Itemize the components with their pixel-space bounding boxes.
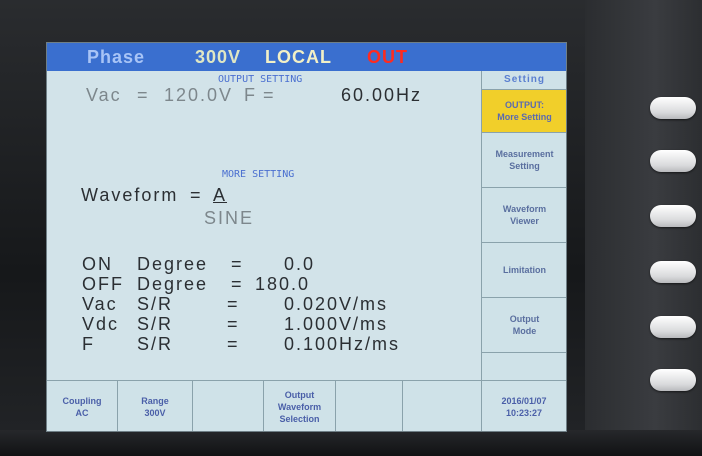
empty-function-button[interactable]	[403, 381, 482, 431]
menu-label-line1: Output	[509, 314, 540, 324]
phase-indicator: Phase	[87, 47, 146, 67]
range-button[interactable]: Range 300V	[118, 381, 193, 431]
more-setting-title: MORE SETTING	[222, 169, 295, 180]
voltage-range-indicator: 300V	[195, 47, 242, 67]
menu-empty[interactable]	[482, 353, 566, 380]
row-label-b: S/R	[137, 314, 174, 334]
coupling-label: Coupling	[62, 395, 102, 406]
row-label-b: Degree	[137, 274, 209, 294]
bezel-bottom	[0, 430, 702, 456]
vac-label: Vac	[86, 85, 122, 105]
equals-sign: =	[231, 274, 244, 294]
softkey-3[interactable]	[650, 205, 696, 227]
menu-label-line1: Measurement	[495, 149, 554, 159]
menu-label-line1: Waveform	[502, 204, 547, 214]
softkey-2[interactable]	[650, 150, 696, 172]
menu-output-more-setting[interactable]: OUTPUT: More Setting	[482, 90, 566, 133]
waveform-value[interactable]: A	[213, 185, 227, 206]
datetime-display: 2016/01/07 10:23:27	[482, 381, 566, 431]
waveform-label: Waveform	[81, 185, 179, 205]
vac-slew-rate-value[interactable]: 0.020V/ms	[284, 294, 388, 315]
side-menu-header: Setting	[482, 71, 566, 90]
status-bar: Phase 300V LOCAL OUT	[47, 43, 566, 71]
softkey-4[interactable]	[650, 261, 696, 283]
lcd-screen: Phase 300V LOCAL OUT OUTPUT SETTING Vac …	[46, 42, 567, 432]
equals-sign: =	[137, 85, 150, 105]
row-label-a: Vac	[82, 294, 118, 314]
equals-sign: =	[190, 185, 203, 205]
menu-label-line1: Limitation	[503, 265, 546, 275]
menu-label-line2: Setting	[509, 161, 540, 171]
range-label: Range	[141, 395, 169, 406]
output-state-indicator: OUT	[367, 47, 408, 67]
menu-waveform-viewer[interactable]: Waveform Viewer	[482, 188, 566, 243]
equals-sign: =	[227, 294, 240, 314]
f-value[interactable]: 60.00Hz	[341, 85, 422, 106]
main-panel: OUTPUT SETTING Vac = 120.0V F = 60.00Hz …	[47, 71, 481, 380]
menu-limitation[interactable]: Limitation	[482, 243, 566, 298]
date-text: 2016/01/07	[501, 395, 547, 406]
output-waveform-selection-button[interactable]: Output Waveform Selection	[264, 381, 336, 431]
equals-sign: =	[227, 334, 240, 354]
bottom-function-bar: Coupling AC Range 300V Output Waveform Selec…	[47, 380, 566, 431]
empty-function-button[interactable]	[336, 381, 403, 431]
row-label-a: OFF	[82, 274, 124, 294]
waveform-name: SINE	[204, 208, 255, 228]
empty-function-button[interactable]	[193, 381, 264, 431]
row-label-a: Vdc	[82, 314, 120, 334]
coupling-value: AC	[75, 407, 89, 418]
f-label: F	[244, 85, 257, 105]
equals-sign: =	[263, 85, 276, 105]
local-indicator: LOCAL	[265, 47, 332, 67]
equals-sign: =	[227, 314, 240, 334]
side-menu: Setting OUTPUT: More Setting Measurement S…	[481, 71, 566, 380]
softkey-6[interactable]	[650, 369, 696, 391]
menu-label-line2: More Setting	[497, 112, 552, 122]
owf-line1: Output	[284, 389, 315, 400]
off-degree-value[interactable]: 180.0	[255, 274, 310, 295]
menu-measurement-setting[interactable]: Measurement Setting	[482, 133, 566, 188]
menu-output-mode[interactable]: Output Mode	[482, 298, 566, 353]
softkey-5[interactable]	[650, 316, 696, 338]
row-label-a: ON	[82, 254, 113, 274]
row-label-b: S/R	[137, 334, 174, 354]
row-label-a: F	[82, 334, 95, 354]
time-text: 10:23:27	[505, 407, 542, 418]
on-degree-value[interactable]: 0.0	[284, 254, 315, 275]
row-label-b: S/R	[137, 294, 174, 314]
row-label-b: Degree	[137, 254, 209, 274]
coupling-button[interactable]: Coupling AC	[47, 381, 118, 431]
menu-label-line2: Mode	[512, 326, 537, 336]
menu-label-line1: OUTPUT:	[504, 100, 544, 110]
owf-line2: Waveform	[277, 401, 322, 412]
menu-label-line2: Viewer	[510, 216, 539, 226]
vdc-slew-rate-value[interactable]: 1.000V/ms	[284, 314, 388, 335]
f-slew-rate-value[interactable]: 0.100Hz/ms	[284, 334, 400, 355]
equals-sign: =	[231, 254, 244, 274]
vac-value[interactable]: 120.0V	[164, 85, 233, 106]
range-value: 300V	[144, 407, 166, 418]
softkey-1[interactable]	[650, 97, 696, 119]
owf-line3: Selection	[279, 413, 320, 424]
output-setting-title: OUTPUT SETTING	[218, 74, 303, 85]
